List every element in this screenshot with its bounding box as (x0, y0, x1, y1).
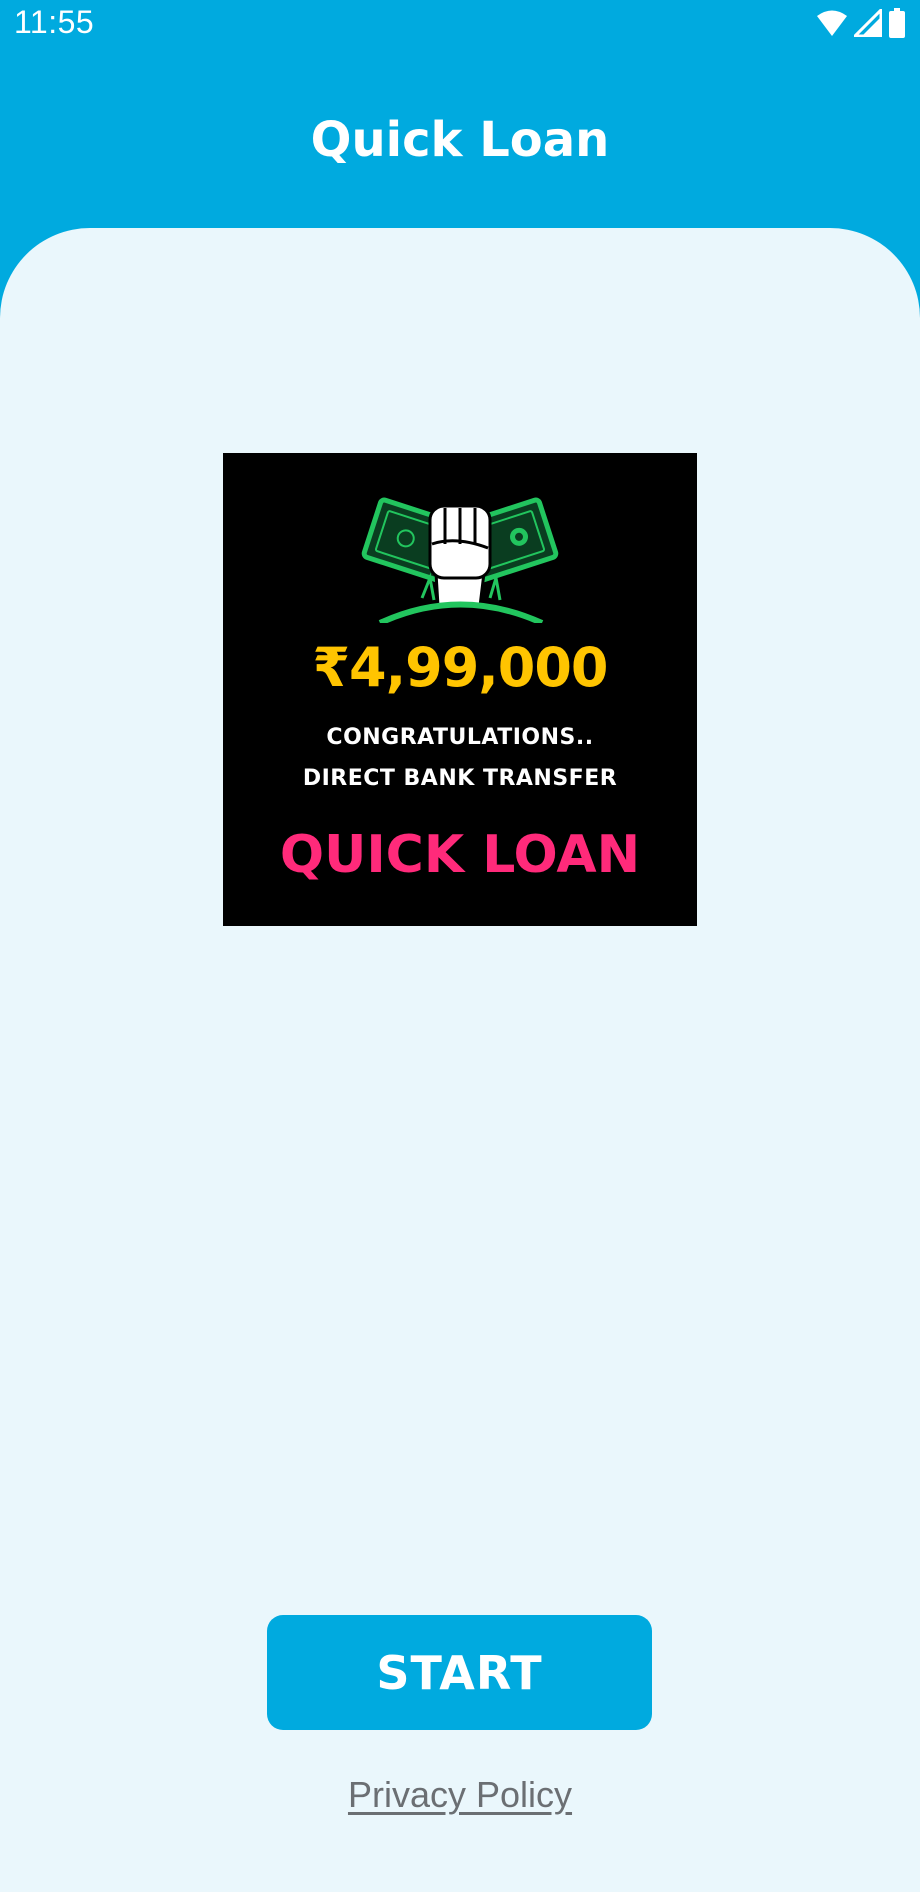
fist-holding-cash-icon (361, 497, 559, 623)
wifi-icon (816, 9, 848, 37)
start-button[interactable]: START (267, 1615, 652, 1730)
banner-transfer-text: DIRECT BANK TRANSFER (302, 766, 618, 791)
loan-amount: ₹4,99,000 (312, 636, 608, 699)
signal-icon (854, 9, 882, 37)
app-screen: 11:55 Quick Loan ₹4,99,000 CONGRATULATIO… (0, 0, 920, 1892)
status-icons (816, 7, 906, 39)
banner-congrats-text: CONGRATULATIONS.. (326, 725, 594, 750)
content-panel: ₹4,99,000 CONGRATULATIONS.. DIRECT BANK … (0, 228, 920, 1892)
page-title: Quick Loan (310, 112, 610, 168)
privacy-policy-row: Privacy Policy (0, 1770, 920, 1820)
banner-brand-text: QUICK LOAN (279, 825, 641, 885)
privacy-policy-link[interactable]: Privacy Policy (348, 1774, 572, 1815)
battery-icon (888, 8, 906, 38)
status-time: 11:55 (14, 4, 95, 40)
promo-banner: ₹4,99,000 CONGRATULATIONS.. DIRECT BANK … (223, 453, 697, 926)
status-bar: 11:55 (0, 0, 920, 46)
